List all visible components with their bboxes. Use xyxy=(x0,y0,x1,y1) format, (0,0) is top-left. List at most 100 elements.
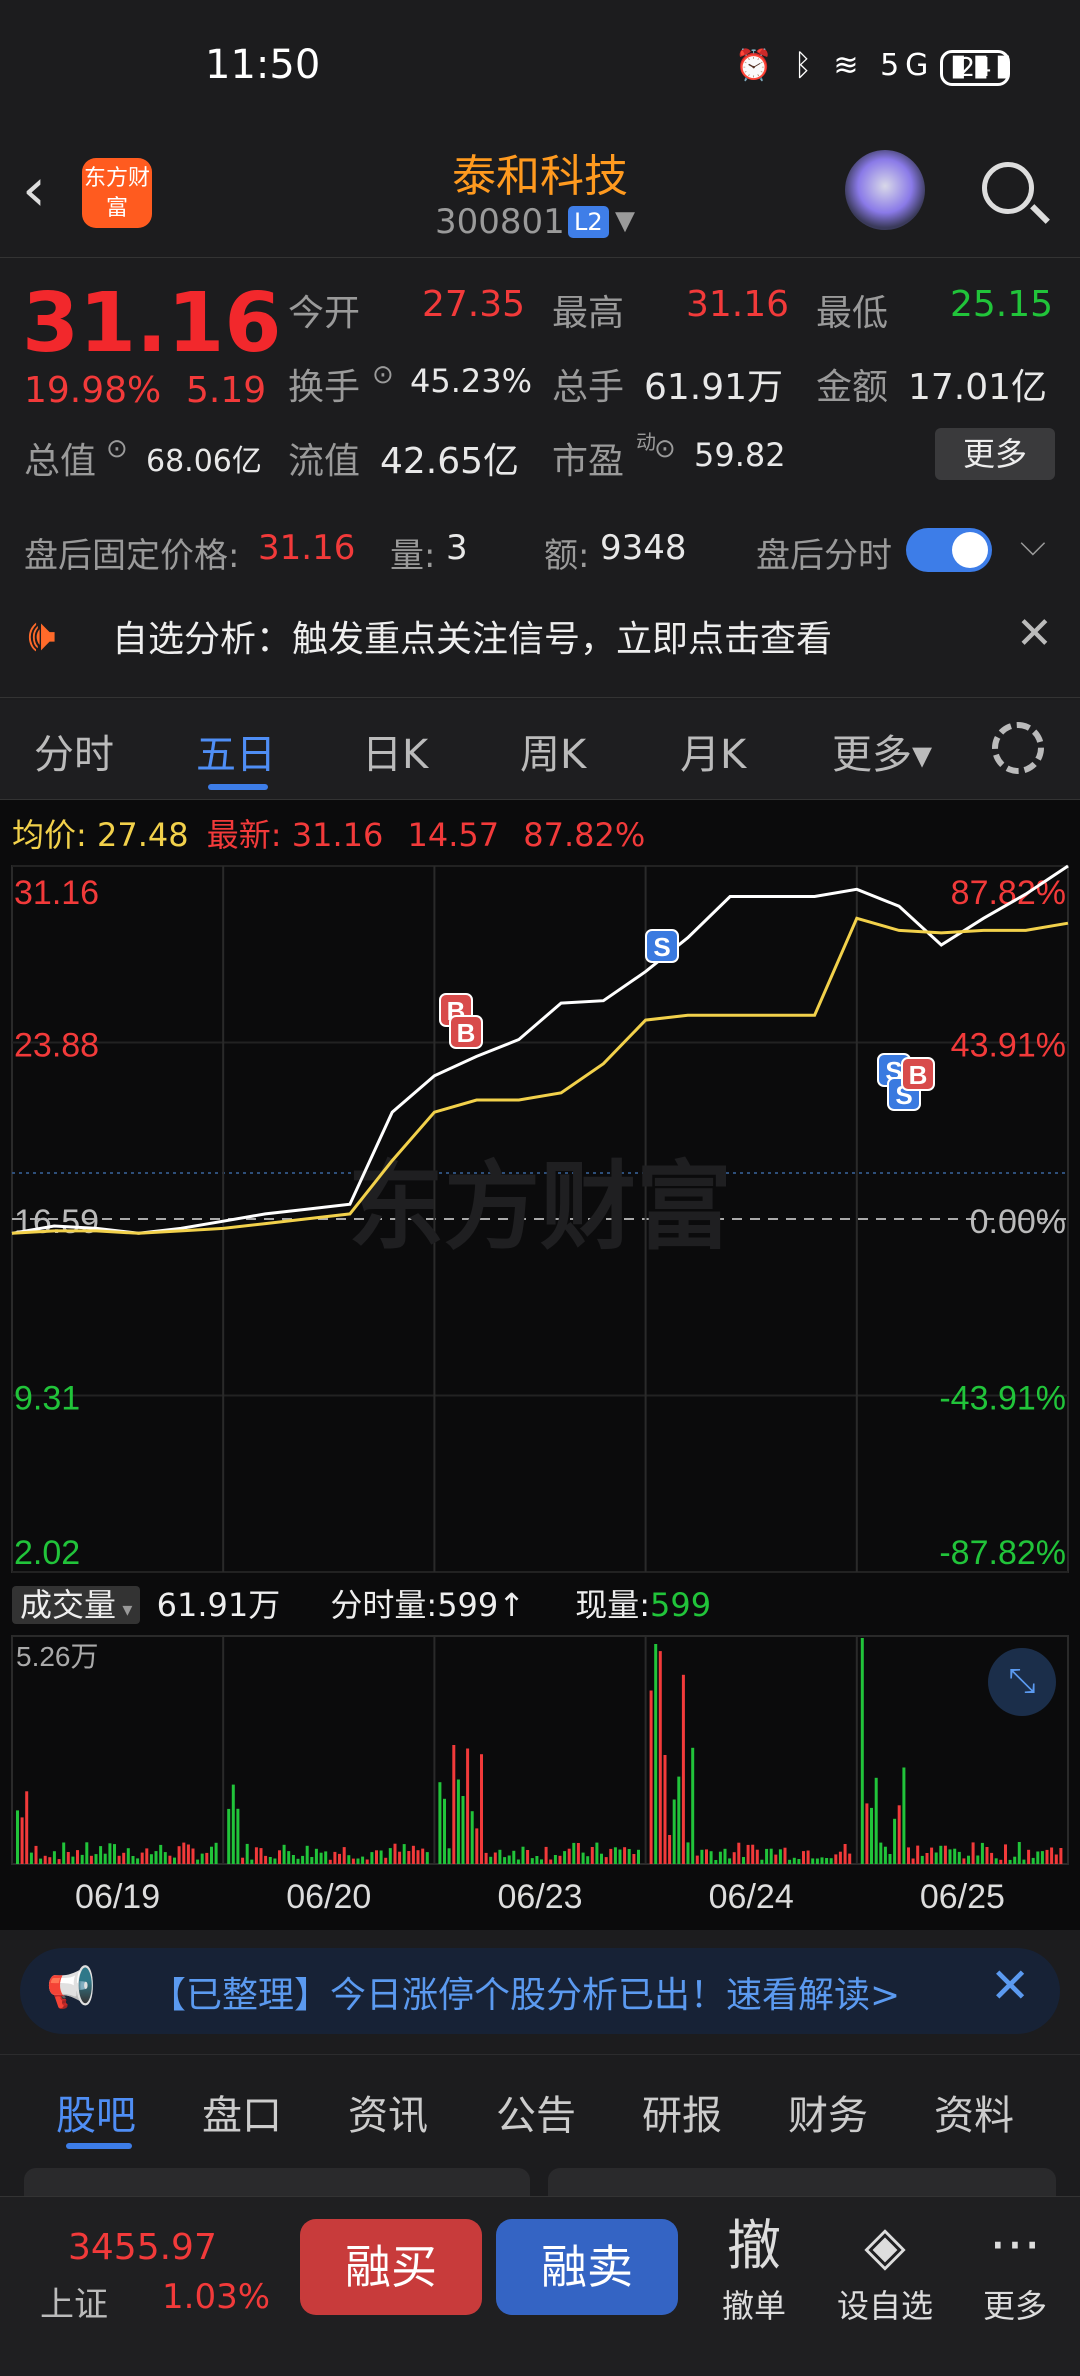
volume-bar xyxy=(1013,1856,1017,1864)
volume-bar xyxy=(291,1855,295,1864)
volume-indicator-select[interactable]: 成交量 ▾ xyxy=(12,1586,141,1624)
volume-bar xyxy=(576,1843,580,1864)
volume-bar xyxy=(686,1842,690,1864)
volume-select-label[interactable]: 成交量 xyxy=(20,1586,116,1624)
volume-bar xyxy=(489,1856,493,1864)
index-value[interactable]: 3455.97 xyxy=(68,2227,217,2268)
volume-bar xyxy=(742,1857,745,1864)
status-bar: 11:50 ⏰ ᛒ ≋ 5G ▮▮▮ 24 xyxy=(0,0,1080,140)
stock-code[interactable]: 300801 xyxy=(435,202,565,242)
tab-news[interactable]: 资讯 xyxy=(348,2083,428,2141)
tab-weekly-k[interactable]: 周K xyxy=(520,722,586,780)
search-icon[interactable] xyxy=(982,162,1034,214)
volume-bar xyxy=(1059,1848,1063,1864)
tick-volume: 599 xyxy=(437,1586,499,1624)
signal-label: B xyxy=(457,1018,476,1048)
tab-five-day[interactable]: 五日 xyxy=(196,722,276,780)
tab-profile[interactable]: 资料 xyxy=(934,2083,1014,2141)
tab-finance[interactable]: 财务 xyxy=(788,2083,868,2141)
volume-bar xyxy=(370,1852,374,1864)
l2-badge[interactable]: L2 xyxy=(568,206,609,238)
news-banner[interactable]: 📢 【已整理】今日涨停个股分析已出！速看解读> ✕ xyxy=(20,1948,1060,2034)
volume-bar xyxy=(117,1855,121,1864)
volume-bar xyxy=(296,1858,300,1864)
volume-bar xyxy=(438,1782,442,1864)
volume-bar xyxy=(526,1850,530,1864)
volume-bar xyxy=(1040,1851,1044,1864)
volume-bar xyxy=(811,1858,815,1864)
index-name[interactable]: 上证 xyxy=(40,2277,108,2326)
after-hours-toggle[interactable] xyxy=(906,528,992,572)
volume-bar xyxy=(305,1845,309,1864)
latest-value: 31.16 xyxy=(291,816,384,854)
close-icon[interactable]: ✕ xyxy=(1016,608,1053,659)
info-circle-icon[interactable]: ⊙ xyxy=(372,360,394,390)
volume-bar xyxy=(173,1857,176,1864)
watchlist-label: 设自选 xyxy=(836,2287,933,2325)
volume-bar xyxy=(902,1767,906,1864)
volume-bar xyxy=(278,1850,281,1864)
info-circle-icon[interactable]: ⊙ xyxy=(654,434,676,464)
x-day-label: 06/23 xyxy=(497,1878,582,1916)
volume-bar xyxy=(333,1851,337,1864)
volume-bar xyxy=(1017,1842,1021,1864)
tab-research[interactable]: 研报 xyxy=(642,2083,722,2141)
tab-intraday[interactable]: 分时 xyxy=(34,722,114,780)
volume-bar xyxy=(421,1848,425,1864)
close-icon[interactable]: ✕ xyxy=(990,1958,1030,2014)
volume-bar xyxy=(600,1853,603,1864)
caret-down-icon[interactable]: ▼ xyxy=(615,206,635,236)
volume-bar xyxy=(778,1849,782,1864)
add-watchlist-button[interactable]: ◈ 设自选 xyxy=(830,2211,940,2327)
volume-bar xyxy=(586,1856,590,1864)
volume-bar xyxy=(76,1850,79,1864)
volume-bar xyxy=(52,1851,56,1864)
battery-icon: 24 xyxy=(940,50,1010,86)
more-quote-button[interactable]: 更多 xyxy=(935,428,1055,480)
cancel-order-button[interactable]: 撤 撤单 xyxy=(714,2211,794,2327)
banner-text[interactable]: 【已整理】今日涨停个股分析已出！速看解读> xyxy=(150,1966,970,2018)
watchlist-icon: ◈ xyxy=(864,2214,906,2277)
y-tick-left: 23.88 xyxy=(14,1027,99,1065)
gear-icon[interactable] xyxy=(992,722,1044,774)
volume-max-label: 5.26万 xyxy=(16,1641,99,1672)
pe-label: 市盈 xyxy=(552,441,625,482)
tab-daily-k[interactable]: 日K xyxy=(362,722,428,780)
volume-bar xyxy=(16,1810,19,1864)
info-circle-icon[interactable]: ⊙ xyxy=(106,434,128,464)
tab-announcements[interactable]: 公告 xyxy=(496,2083,576,2141)
volume-bar xyxy=(911,1858,915,1864)
volume-bar xyxy=(723,1848,727,1864)
robot-assistant-icon[interactable] xyxy=(845,150,925,230)
chevron-down-icon[interactable]: ⌵ xyxy=(1020,524,1046,564)
expand-icon[interactable]: ⤡ xyxy=(988,1648,1056,1716)
change-percent: 19.98% xyxy=(24,370,162,411)
tab-forum[interactable]: 股吧 xyxy=(56,2083,136,2141)
alert-text[interactable]: 自选分析：触发重点关注信号，立即点击查看 xyxy=(112,610,832,662)
volume-bar xyxy=(595,1842,599,1864)
stock-header: ‹ 东方财富 泰和科技 300801 L2 ▼ xyxy=(0,140,1080,258)
volume-bar xyxy=(241,1857,245,1864)
tab-more[interactable]: 更多▾ xyxy=(832,722,932,780)
volume-bar xyxy=(1022,1859,1026,1864)
volume-bar xyxy=(480,1754,483,1864)
avg-value: 27.48 xyxy=(96,816,189,854)
float-cap-value: 42.65亿 xyxy=(380,441,520,482)
volume-bar xyxy=(456,1779,460,1864)
volume-bar xyxy=(760,1859,764,1864)
y-tick-left: 9.31 xyxy=(14,1380,80,1418)
more-button[interactable]: ··· 更多 xyxy=(970,2211,1060,2327)
volume-bar xyxy=(356,1858,360,1864)
cancel-icon: 撤 xyxy=(727,2214,781,2277)
five-day-chart[interactable]: 31.16 87.82% 23.88 43.91% 16.59 0.00% 9.31 -43.… xyxy=(0,800,1080,1930)
volume-bar xyxy=(943,1845,947,1864)
volume-bar xyxy=(549,1859,553,1864)
margin-buy-button[interactable]: 融买 xyxy=(300,2219,482,2315)
tab-monthly-k[interactable]: 月K xyxy=(680,722,746,780)
margin-sell-button[interactable]: 融卖 xyxy=(496,2219,678,2315)
index-percent[interactable]: 1.03% xyxy=(162,2277,270,2317)
tab-orderbook[interactable]: 盘口 xyxy=(202,2083,282,2141)
volume-bar xyxy=(177,1846,181,1864)
analysis-alert[interactable]: 🕪 自选分析：触发重点关注信号，立即点击查看 ✕ xyxy=(0,588,1080,698)
more-label: 更多 xyxy=(982,2287,1047,2325)
